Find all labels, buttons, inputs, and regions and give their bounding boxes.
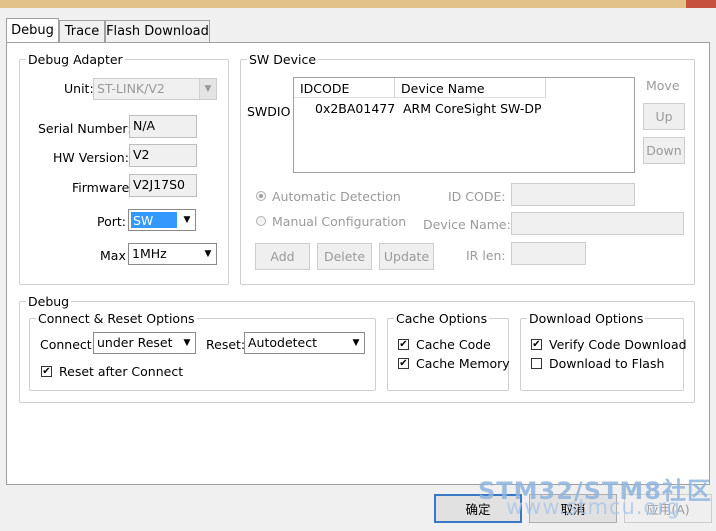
device-list[interactable]: IDCODE Device Name 0x2BA01477 ARM CoreSi… <box>293 77 635 173</box>
device-name-label: Device Name: <box>423 217 511 232</box>
column-header-device-name[interactable]: Device Name <box>395 78 546 98</box>
chevron-down-icon: ▼ <box>183 338 191 348</box>
reset-after-connect-label: Reset after Connect <box>59 364 184 379</box>
tab-trace[interactable]: Trace <box>59 20 105 42</box>
cache-code-checkbox[interactable]: ✔ <box>398 339 409 350</box>
port-value: SW <box>131 212 177 228</box>
connect-value: under Reset <box>97 335 173 350</box>
automatic-detection-label: Automatic Detection <box>272 189 401 204</box>
serial-number-field: N/A <box>129 115 197 138</box>
ir-len-label: IR len: <box>466 248 506 263</box>
firmware-label: Firmware <box>72 180 130 195</box>
title-bar <box>0 0 716 8</box>
idcode-cell: 0x2BA01477 <box>315 101 396 116</box>
chevron-down-icon: ▼ <box>204 249 212 259</box>
debug-adapter-legend: Debug Adapter <box>28 52 123 67</box>
tab-flash-download[interactable]: Flash Download <box>105 20 210 42</box>
hw-version-label: HW Version: <box>53 150 129 165</box>
add-button[interactable]: Add <box>255 243 310 270</box>
reset-select[interactable]: Autodetect ▼ <box>244 332 365 354</box>
chevron-down-icon: ▼ <box>352 338 360 348</box>
checkmark-icon: ✔ <box>42 365 51 377</box>
chevron-down-icon: ▼ <box>183 215 191 225</box>
checkmark-icon: ✔ <box>399 357 408 369</box>
connect-reset-options-legend: Connect & Reset Options <box>38 311 195 326</box>
max-clock-label: Max <box>100 248 126 263</box>
swdio-label: SWDIO <box>247 104 291 119</box>
id-code-field[interactable] <box>511 183 635 206</box>
cache-memory-checkbox[interactable]: ✔ <box>398 358 409 369</box>
unit-label: Unit: <box>64 81 94 96</box>
checkmark-icon: ✔ <box>399 338 408 350</box>
reset-value: Autodetect <box>248 335 318 350</box>
verify-code-download-checkbox[interactable]: ✔ <box>531 339 542 350</box>
table-row[interactable]: 0x2BA01477 ARM CoreSight SW-DP <box>294 98 634 116</box>
max-clock-select[interactable]: 1MHz ▼ <box>128 243 217 265</box>
watermark-url: www.stmcu.org <box>506 495 681 519</box>
hw-version-field: V2 <box>129 144 197 167</box>
sw-device-legend: SW Device <box>249 52 317 67</box>
device-name-cell: ARM CoreSight SW-DP <box>403 101 542 116</box>
debug-legend: Debug <box>28 294 70 309</box>
cache-memory-label: Cache Memory <box>416 356 510 371</box>
automatic-detection-radio[interactable] <box>256 191 266 201</box>
manual-configuration-radio[interactable] <box>256 216 266 226</box>
connect-select[interactable]: under Reset ▼ <box>93 332 196 354</box>
unit-select[interactable]: ST-LINK/V2 ▼ <box>93 78 217 100</box>
reset-after-connect-checkbox[interactable]: ✔ <box>41 366 52 377</box>
checkmark-icon: ✔ <box>532 338 541 350</box>
reset-label: Reset: <box>206 337 246 352</box>
tab-flash-download-label: Flash Download <box>106 24 209 39</box>
unit-value: ST-LINK/V2 <box>97 81 165 96</box>
move-down-button[interactable]: Down <box>643 137 685 164</box>
manual-configuration-label: Manual Configuration <box>272 214 407 229</box>
download-to-flash-label: Download to Flash <box>549 356 665 371</box>
tab-debug[interactable]: Debug <box>6 18 59 42</box>
port-select[interactable]: SW ▼ <box>128 209 196 231</box>
close-window-button[interactable] <box>686 0 716 8</box>
column-header-idcode[interactable]: IDCODE <box>294 78 395 98</box>
cache-options-legend: Cache Options <box>396 311 488 326</box>
tab-trace-label: Trace <box>64 24 100 39</box>
download-options-legend: Download Options <box>529 311 644 326</box>
chevron-down-icon: ▼ <box>199 79 216 99</box>
max-clock-value: 1MHz <box>132 246 167 261</box>
radio-dot <box>259 194 263 198</box>
firmware-field: V2J17S0 <box>129 174 197 197</box>
device-name-field[interactable] <box>511 212 684 235</box>
connect-label: Connect: <box>40 337 96 352</box>
ir-len-field[interactable] <box>511 242 586 265</box>
delete-button[interactable]: Delete <box>317 243 372 270</box>
download-to-flash-checkbox[interactable] <box>531 358 542 369</box>
tab-debug-label: Debug <box>11 23 54 38</box>
port-label: Port: <box>97 214 126 229</box>
update-button[interactable]: Update <box>379 243 434 270</box>
move-up-button[interactable]: Up <box>643 103 685 130</box>
move-label: Move <box>646 78 680 93</box>
id-code-label: ID CODE: <box>448 189 506 204</box>
cache-code-label: Cache Code <box>416 337 491 352</box>
verify-code-download-label: Verify Code Download <box>549 337 687 352</box>
serial-number-label: Serial Number: <box>38 121 132 136</box>
